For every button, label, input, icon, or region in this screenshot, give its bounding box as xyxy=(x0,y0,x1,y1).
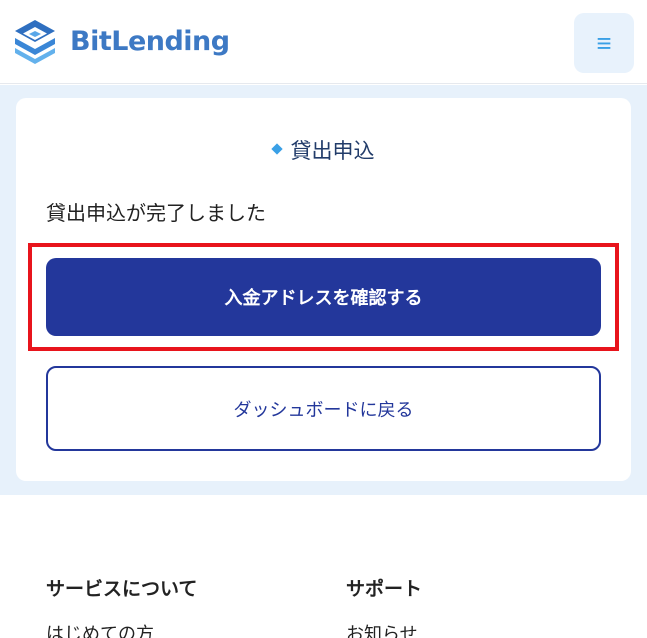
completion-message: 貸出申込が完了しました xyxy=(46,201,266,225)
site-header: BitLending ≡ xyxy=(0,0,647,84)
hamburger-menu-icon: ≡ xyxy=(596,28,612,58)
footer-heading-support: サポート xyxy=(346,578,423,600)
footer-link-beginners[interactable]: はじめての方 xyxy=(46,620,154,638)
hamburger-menu-button[interactable]: ≡ xyxy=(574,13,634,73)
logo-text: BitLending xyxy=(70,25,230,57)
diamond-icon xyxy=(270,143,283,155)
bitlending-logo-icon xyxy=(15,20,55,64)
site-logo[interactable]: BitLending xyxy=(12,18,230,64)
footer-heading-service: サービスについて xyxy=(46,578,198,600)
back-to-dashboard-button[interactable]: ダッシュボードに戻る xyxy=(46,366,601,451)
card-title: 貸出申込 xyxy=(0,135,647,165)
card-title-text: 貸出申込 xyxy=(290,139,375,163)
confirm-deposit-address-button[interactable]: 入金アドレスを確認する xyxy=(46,258,601,336)
footer-link-news[interactable]: お知らせ xyxy=(346,620,418,638)
